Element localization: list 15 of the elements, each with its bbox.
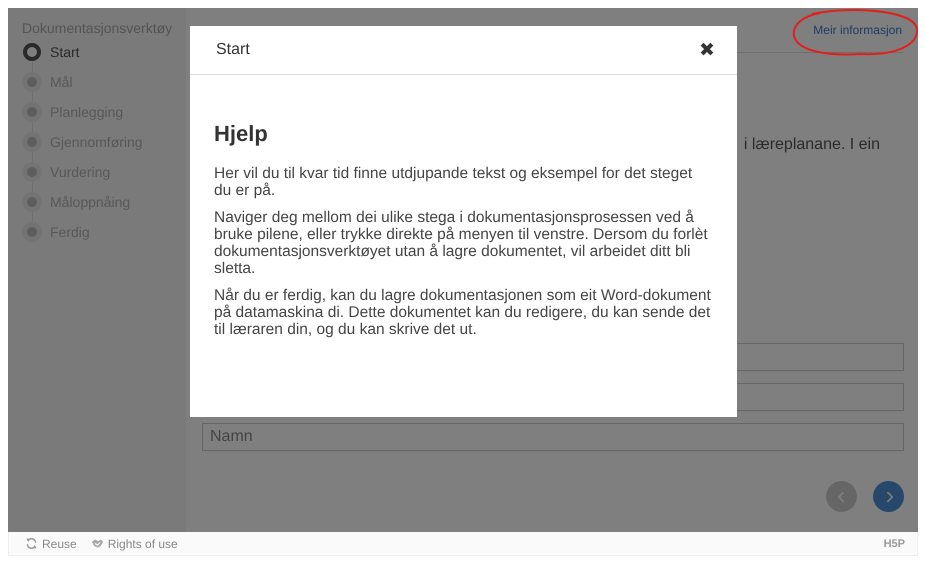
footer-link[interactable]: Rights of use <box>108 536 178 550</box>
paragraph: Naviger deg mellom dei ulike stega i dokumentasjonsprosessen ved å bruke pilene, eller trykke direkte på menyen til venstre. Dersom du forlèt dokumentasjonsverktøyet utan å lagre dokumentet, vil arbeidet ditt bli sletta. <box>214 209 709 277</box>
paragraph: Her vil du til kvar tid finne utdjupande tekst og eksempel for det steget du er på. <box>214 165 694 199</box>
refresh-icon <box>25 537 38 550</box>
logo: H5P <box>884 538 905 550</box>
input-field[interactable]: Namn <box>202 423 904 451</box>
dialog-title: Start <box>216 41 250 59</box>
step-item[interactable]: Start <box>50 44 80 60</box>
close-button[interactable]: ✖ <box>699 38 715 62</box>
next-button[interactable] <box>873 481 904 512</box>
paragraph: Når du er ferdig, kan du lagre dokumentasjonen som eit Word-dokument på datamaskina di. Dette dokumentet kan du redigere, du kan sende det til læraren din, og du kan skrive det ut. <box>214 287 712 338</box>
more-info-link[interactable]: Meir informasjon <box>813 23 904 37</box>
dialog-heading: Hjelp <box>214 121 269 147</box>
intro-text: i læreplanane. I ein <box>742 136 881 154</box>
footer-link[interactable]: Reuse <box>42 536 77 550</box>
